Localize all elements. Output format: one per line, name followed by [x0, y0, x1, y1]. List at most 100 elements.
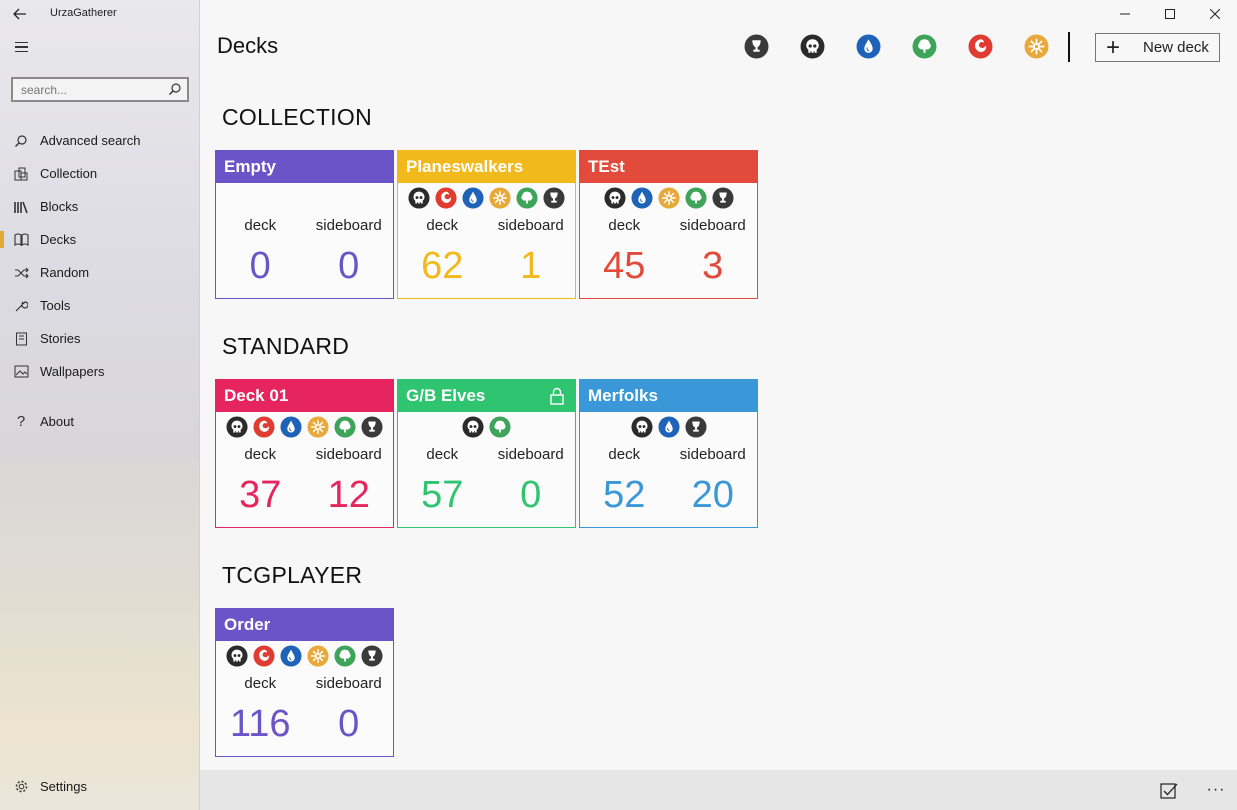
sideboard-count: 0: [520, 473, 542, 516]
deck-name: Deck 01: [224, 386, 289, 405]
sideboard-count: 0: [338, 244, 360, 287]
deck-values: 45 3: [580, 237, 757, 295]
deck-name: TEst: [588, 157, 625, 176]
deck-colors: [580, 412, 757, 442]
deck-count: 37: [239, 473, 282, 516]
deck-card-header: Order: [216, 609, 393, 641]
book-icon: [13, 331, 29, 347]
search-icon[interactable]: [168, 82, 182, 96]
deck-values: 52 20: [580, 466, 757, 524]
sidebar-item-random[interactable]: Random: [0, 256, 200, 289]
sidebar-item-label: About: [40, 414, 74, 429]
black-mana-icon: [630, 416, 653, 438]
filter-white-button[interactable]: [1008, 30, 1064, 62]
white-mana-icon: [1024, 34, 1048, 58]
sideboard-count: 3: [702, 244, 724, 287]
blue-mana-icon: [280, 645, 302, 667]
deck-row: Empty deck sideboard 0 0 Planeswalkers deck sid…: [215, 150, 758, 299]
sidebar-item-label: Tools: [40, 298, 71, 313]
deck-label: deck: [244, 445, 277, 463]
deck-values: 37 12: [216, 466, 393, 524]
green-mana-icon: [334, 416, 356, 438]
deck-labels: deck sideboard: [398, 442, 575, 466]
lock-icon: [550, 387, 564, 405]
section-title: COLLECTION: [222, 104, 372, 130]
deck-name: Empty: [224, 157, 276, 176]
new-deck-label: New deck: [1143, 39, 1209, 56]
minimize-button[interactable]: [1102, 0, 1147, 28]
sidebar-item-label: Settings: [40, 779, 87, 794]
back-button[interactable]: [6, 2, 34, 26]
maximize-button[interactable]: [1147, 0, 1192, 28]
color-filter-bar: [728, 30, 1064, 62]
sideboard-count: 1: [520, 244, 542, 287]
white-mana-icon: [307, 645, 329, 667]
deck-card-header: TEst: [580, 151, 757, 183]
black-mana-icon: [603, 187, 626, 209]
sidebar-item-settings[interactable]: Settings: [0, 770, 200, 803]
red-mana-icon: [968, 34, 992, 58]
deck-name: G/B Elves: [406, 386, 486, 405]
filter-blue-button[interactable]: [840, 30, 896, 62]
black-mana-icon: [800, 34, 824, 58]
more-button[interactable]: ···: [1199, 776, 1233, 804]
colorless-mana-icon: [361, 416, 383, 438]
bottom-app-bar: ···: [200, 770, 1237, 810]
sideboard-label: sideboard: [679, 445, 746, 463]
sideboard-label: sideboard: [497, 216, 564, 234]
deck-card[interactable]: Merfolks deck sideboard 52 20: [579, 379, 758, 528]
deck-card[interactable]: Empty deck sideboard 0 0: [215, 150, 394, 299]
sideboard-count: 12: [327, 473, 370, 516]
divider: [1068, 32, 1070, 62]
green-mana-icon: [684, 187, 707, 209]
deck-label: deck: [244, 674, 277, 692]
deck-label: deck: [426, 216, 459, 234]
collection-icon: [13, 166, 29, 182]
deck-card[interactable]: TEst deck sideboard 45 3: [579, 150, 758, 299]
green-mana-icon: [516, 187, 538, 209]
sideboard-label: sideboard: [315, 445, 382, 463]
deck-card[interactable]: Deck 01 deck sideboard 37 12: [215, 379, 394, 528]
sidebar-item-blocks[interactable]: Blocks: [0, 190, 200, 223]
sidebar-item-about[interactable]: ? About: [0, 405, 200, 438]
deck-label: deck: [608, 216, 641, 234]
deck-card[interactable]: Order deck sideboard 116 0: [215, 608, 394, 757]
checkbox-icon: [1160, 782, 1178, 799]
filter-green-button[interactable]: [896, 30, 952, 62]
sideboard-label: sideboard: [315, 216, 382, 234]
section-title: TCGPLAYER: [222, 562, 363, 588]
deck-values: 00: [216, 237, 393, 295]
colorless-mana-icon: [684, 416, 707, 438]
sidebar-item-label: Wallpapers: [40, 364, 105, 379]
colorless-mana-icon: [744, 34, 768, 58]
deck-card-header: Empty: [216, 151, 393, 183]
deck-colors: [216, 183, 393, 213]
deck-colors: [580, 183, 757, 213]
sidebar-item-advanced-search[interactable]: Advanced search: [0, 124, 200, 157]
search-icon: [13, 133, 29, 149]
filter-black-button[interactable]: [784, 30, 840, 62]
select-button[interactable]: [1152, 776, 1186, 804]
filter-red-button[interactable]: [952, 30, 1008, 62]
filter-colorless-button[interactable]: [728, 30, 784, 62]
search-input[interactable]: [13, 79, 158, 100]
hamburger-icon: [14, 41, 28, 44]
deck-name: Merfolks: [588, 386, 658, 405]
sidebar-item-label: Advanced search: [40, 133, 141, 148]
deck-name: Planeswalkers: [406, 157, 524, 176]
sidebar-item-wallpapers[interactable]: Wallpapers: [0, 355, 200, 388]
deck-card[interactable]: G/B Elves deck sideboard 57 0: [397, 379, 576, 528]
sidebar-item-decks[interactable]: Decks: [0, 223, 200, 256]
black-mana-icon: [226, 416, 248, 438]
deck-card[interactable]: Planeswalkers deck sideboard 62 1: [397, 150, 576, 299]
sidebar-item-label: Collection: [40, 166, 98, 181]
sidebar-item-stories[interactable]: Stories: [0, 322, 200, 355]
sidebar-item-tools[interactable]: Tools: [0, 289, 200, 322]
close-button[interactable]: [1192, 0, 1237, 28]
nav-list: Advanced search Collection Blocks Decks …: [0, 124, 200, 438]
sidebar-item-collection[interactable]: Collection: [0, 157, 200, 190]
deck-count: 62: [421, 244, 464, 287]
black-mana-icon: [226, 645, 248, 667]
hamburger-menu-button[interactable]: [8, 36, 34, 58]
new-deck-button[interactable]: + New deck: [1095, 33, 1220, 62]
